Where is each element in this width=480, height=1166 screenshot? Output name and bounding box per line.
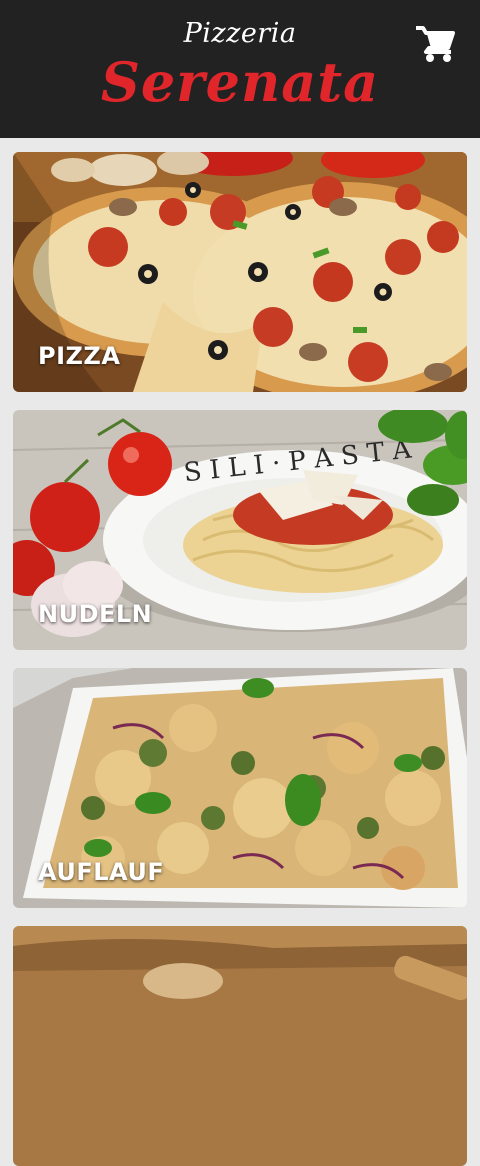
category-card-pizza[interactable]: PIZZA — [13, 152, 467, 392]
category-card-4[interactable] — [13, 926, 467, 1166]
shopping-cart-icon[interactable] — [414, 24, 456, 64]
app-header: Pizzeria Serenata — [0, 0, 480, 138]
category-card-nudeln[interactable]: S I L I · P A S T A NUDELN — [13, 410, 467, 650]
category-label: PIZZA — [38, 342, 121, 370]
brand-title-big: Serenata — [100, 50, 380, 114]
brand-title-small: Pizzeria — [183, 18, 297, 49]
category-card-auflauf[interactable]: AUFLAUF — [13, 668, 467, 908]
category-image — [13, 926, 467, 1166]
category-label: AUFLAUF — [38, 858, 165, 886]
category-label: NUDELN — [38, 600, 153, 628]
